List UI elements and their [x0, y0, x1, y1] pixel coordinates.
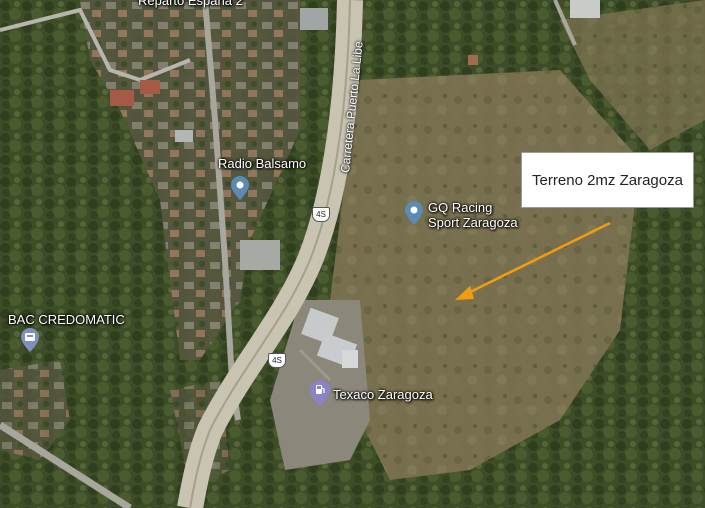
- annotation-arrow: [455, 221, 611, 300]
- annotation-callout: Terreno 2mz Zaragoza: [521, 152, 694, 208]
- callout-text: Terreno 2mz Zaragoza: [532, 171, 683, 189]
